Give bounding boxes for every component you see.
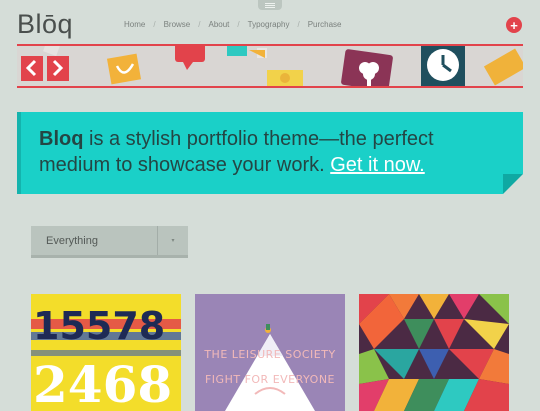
category-filter-select[interactable]: Everything ▾	[31, 226, 188, 258]
callout-brand: Bloq	[39, 128, 84, 150]
portfolio-item-numbers[interactable]: 15578 2468	[31, 294, 181, 411]
corner-fold	[503, 174, 523, 194]
poster-subtitle: FIGHT FOR EVERYONE	[204, 373, 336, 386]
callout-text: Bloq is a stylish portfolio theme—the pe…	[39, 126, 501, 178]
shopping-bag-icon	[106, 53, 142, 85]
nav-item-browse[interactable]: Browse	[158, 20, 197, 29]
numbers-row-1: 15578	[33, 304, 165, 348]
nav-item-home[interactable]: Home	[118, 20, 151, 29]
tape-icon	[267, 70, 303, 86]
featured-banner	[17, 44, 523, 88]
nav-item-typography[interactable]: Typography	[242, 20, 296, 29]
prev-slide-button[interactable]	[21, 56, 43, 81]
clock-icon	[421, 46, 465, 86]
add-button[interactable]: +	[506, 17, 522, 33]
next-slide-button[interactable]	[47, 56, 69, 81]
menu-toggle-button[interactable]	[258, 0, 282, 10]
get-it-now-link[interactable]: Get it now.	[330, 154, 425, 176]
main-nav: Home / Browse / About / Typography / Pur…	[118, 20, 347, 29]
nav-item-purchase[interactable]: Purchase	[302, 20, 348, 29]
numbers-row-2: 2468	[33, 355, 172, 411]
nav-item-about[interactable]: About	[203, 20, 236, 29]
site-logo[interactable]: Blōq	[17, 9, 73, 40]
hamburger-icon	[265, 2, 275, 4]
intro-callout: Bloq is a stylish portfolio theme—the pe…	[17, 112, 523, 194]
poster-title: THE LEISURE SOCIETY	[204, 348, 336, 361]
chevron-down-icon: ▾	[171, 238, 175, 244]
filter-selected-value: Everything	[46, 235, 98, 247]
plus-icon: +	[510, 17, 518, 33]
banner-illustration	[17, 46, 523, 86]
portfolio-item-leisure-society[interactable]: THE LEISURE SOCIETY FIGHT FOR EVERYONE	[195, 294, 345, 411]
gift-box-icon	[341, 49, 393, 86]
portfolio-item-geometric[interactable]	[359, 294, 509, 411]
